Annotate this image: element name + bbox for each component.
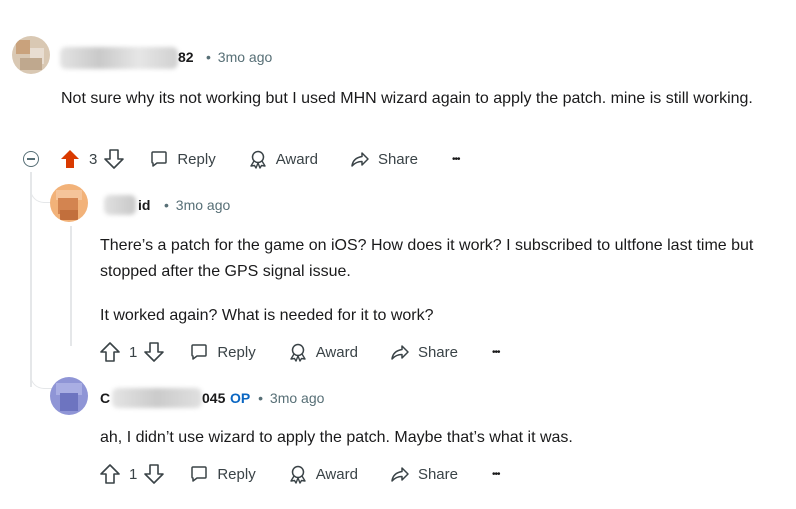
reply-label: Reply [217,465,256,483]
vote-count: 3 [89,150,98,168]
vote-count: 1 [129,343,138,361]
action-bar: 3 Reply Award Share ••• [59,145,460,173]
reply-icon [149,149,169,169]
award-icon [288,342,308,362]
username-visible-part[interactable]: C [100,390,110,406]
thread-line-main [30,172,32,387]
more-options-button[interactable]: ••• [452,154,460,165]
meta-separator: • [206,49,211,65]
avatar[interactable] [50,377,88,415]
meta-separator: • [164,197,169,213]
username-redacted[interactable] [104,195,136,215]
action-bar: 1 Reply Award Share ••• [99,460,500,488]
downvote-icon[interactable] [103,148,125,170]
thread-line-nested [70,226,72,346]
share-label: Share [417,465,458,483]
comment-body-paragraph: It worked again? What is needed for it t… [100,307,434,324]
comment-meta: • 3mo ago [206,49,272,65]
downvote-icon[interactable] [143,463,165,485]
comment-time[interactable]: 3mo ago [218,49,272,65]
username-redacted[interactable] [60,47,178,69]
upvote-icon[interactable] [99,463,121,485]
downvote-icon[interactable] [143,341,165,363]
comment-body: ah, I didn’t use wizard to apply the pat… [100,429,573,446]
upvote-icon[interactable] [99,341,121,363]
comment-body-paragraph: There’s a patch for the game on iOS? How… [100,237,754,280]
collapse-button[interactable] [23,151,39,167]
avatar[interactable] [50,184,88,222]
reply-label: Reply [177,150,216,168]
share-button[interactable]: Share [390,464,458,484]
award-icon [248,149,268,169]
reply-icon [189,464,209,484]
share-button[interactable]: Share [390,342,458,362]
avatar[interactable] [12,36,50,74]
share-label: Share [377,150,418,168]
comment-meta: • 3mo ago [164,197,230,213]
vote-count: 1 [129,465,138,483]
username-redacted[interactable] [112,388,202,408]
award-icon [288,464,308,484]
meta-separator: • [258,390,264,406]
op-badge: OP [230,390,251,406]
reply-button[interactable]: Reply [189,342,256,362]
share-label: Share [417,343,458,361]
username-visible-part[interactable]: 82 [178,49,194,65]
action-bar: 1 Reply Award Share ••• [99,338,500,366]
award-label: Award [315,343,358,361]
reply-icon [189,342,209,362]
share-icon [390,464,410,484]
comment-time[interactable]: 3mo ago [270,390,324,406]
share-icon [390,342,410,362]
comment-time[interactable]: 3mo ago [176,197,230,213]
upvote-icon[interactable] [59,148,81,170]
award-label: Award [275,150,318,168]
reply-button[interactable]: Reply [189,464,256,484]
username-visible-part[interactable]: id [138,197,150,213]
reply-label: Reply [217,343,256,361]
share-icon [350,149,370,169]
award-button[interactable]: Award [288,464,358,484]
reply-button[interactable]: Reply [149,149,216,169]
more-options-button[interactable]: ••• [492,469,500,480]
comment-meta: OP • 3mo ago [230,390,324,406]
cutoff-icons [60,0,200,4]
more-options-button[interactable]: ••• [492,347,500,358]
award-button[interactable]: Award [248,149,318,169]
award-label: Award [315,465,358,483]
username-visible-part[interactable]: 045 [202,390,225,406]
share-button[interactable]: Share [350,149,418,169]
award-button[interactable]: Award [288,342,358,362]
comment-body: Not sure why its not working but I used … [61,90,753,107]
